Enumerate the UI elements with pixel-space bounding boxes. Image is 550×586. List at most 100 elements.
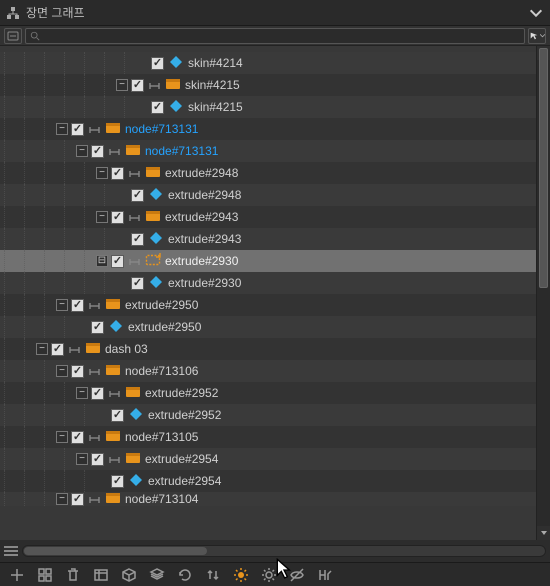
tree-row[interactable]: ⊟✓extrude#2930 <box>0 250 550 272</box>
sun-dark-button[interactable] <box>260 566 278 584</box>
visibility-checkbox[interactable]: ✓ <box>91 387 104 400</box>
tree-row[interactable]: −✓extrude#2948 <box>0 162 550 184</box>
tree-row[interactable]: −✓ node#713131 <box>0 140 550 162</box>
search-input[interactable] <box>25 28 525 44</box>
refresh-button[interactable] <box>176 566 194 584</box>
search-field[interactable] <box>43 30 520 42</box>
panel-menu-chevron-icon[interactable] <box>528 5 544 21</box>
tree-row[interactable]: −✓skin#4215 <box>0 96 550 118</box>
node-icon <box>105 120 125 139</box>
expand-toggle[interactable]: − <box>116 79 128 91</box>
visibility-checkbox[interactable]: ✓ <box>131 277 144 290</box>
visibility-checkbox[interactable]: ✓ <box>111 211 124 224</box>
tree-item-label: node#713106 <box>125 364 198 378</box>
hierarchy-cap-icon <box>108 146 121 156</box>
node-icon <box>165 76 185 95</box>
filter-mode-button[interactable] <box>4 28 22 44</box>
node-icon <box>105 428 125 447</box>
tree-row[interactable]: −✓extrude#2952 <box>0 382 550 404</box>
tree-item-label: extrude#2950 <box>128 320 201 334</box>
selection-filter-button[interactable] <box>528 28 546 44</box>
skin-icon <box>148 230 168 249</box>
tree-row[interactable]: −✓node#713105 <box>0 426 550 448</box>
tree-item-label: node#713131 <box>145 144 218 158</box>
hierarchy-cap-icon <box>128 256 141 266</box>
scroll-down-button[interactable] <box>537 526 550 540</box>
grid4-button[interactable] <box>36 566 54 584</box>
visibility-checkbox[interactable]: ✓ <box>131 79 144 92</box>
expand-toggle[interactable]: − <box>96 167 108 179</box>
tree-item-label: extrude#2952 <box>148 408 221 422</box>
node-icon <box>105 362 125 381</box>
visibility-checkbox[interactable]: ✓ <box>111 475 124 488</box>
tree-item-label: extrude#2948 <box>168 188 241 202</box>
tree-row[interactable]: −✓node#713104 <box>0 492 550 506</box>
visibility-checkbox[interactable]: ✓ <box>71 365 84 378</box>
vertical-scroll-thumb[interactable] <box>539 48 548 288</box>
visibility-checkbox[interactable]: ✓ <box>91 453 104 466</box>
updown-button[interactable] <box>204 566 222 584</box>
tree-row[interactable]: −✓extrude#2950 <box>0 316 550 338</box>
eye-off-button[interactable] <box>288 566 306 584</box>
tree-row[interactable]: −✓extrude#2954 <box>0 448 550 470</box>
hierarchy-cap-icon <box>88 124 101 134</box>
expand-toggle[interactable]: − <box>36 343 48 355</box>
visibility-checkbox[interactable]: ✓ <box>91 145 104 158</box>
visibility-checkbox[interactable]: ✓ <box>111 409 124 422</box>
expand-toggle[interactable]: ⊟ <box>96 255 108 267</box>
tree-item-label: extrude#2954 <box>148 474 221 488</box>
visibility-checkbox[interactable]: ✓ <box>71 123 84 136</box>
expand-toggle[interactable]: − <box>76 387 88 399</box>
node-icon <box>85 340 105 359</box>
visibility-checkbox[interactable]: ✓ <box>71 493 84 506</box>
tree-view[interactable]: −✓skin#4214−✓skin#4215−✓skin#4215−✓node#… <box>0 46 550 540</box>
trash-button[interactable] <box>64 566 82 584</box>
tree-options-icon[interactable] <box>4 546 18 556</box>
expand-toggle[interactable]: − <box>76 145 88 157</box>
visibility-checkbox[interactable]: ✓ <box>131 189 144 202</box>
node-icon <box>145 208 165 227</box>
vertical-scrollbar[interactable] <box>536 46 550 540</box>
hk-button[interactable] <box>316 566 334 584</box>
viewport-button[interactable] <box>92 566 110 584</box>
visibility-checkbox[interactable]: ✓ <box>111 167 124 180</box>
skin-icon <box>128 406 148 425</box>
visibility-checkbox[interactable]: ✓ <box>91 321 104 334</box>
visibility-checkbox[interactable]: ✓ <box>151 57 164 70</box>
horizontal-scrollbar[interactable] <box>22 545 546 557</box>
expand-toggle[interactable]: − <box>56 431 68 443</box>
expand-toggle[interactable]: − <box>56 493 68 505</box>
visibility-checkbox[interactable]: ✓ <box>71 431 84 444</box>
tree-row[interactable]: −✓skin#4215 <box>0 74 550 96</box>
visibility-checkbox[interactable]: ✓ <box>51 343 64 356</box>
hierarchy-cap-icon <box>108 454 121 464</box>
expand-toggle[interactable]: − <box>56 299 68 311</box>
panel-header: 장면 그래프 <box>0 0 550 26</box>
visibility-checkbox[interactable]: ✓ <box>71 299 84 312</box>
tree-row[interactable]: −✓extrude#2943 <box>0 206 550 228</box>
expand-toggle[interactable]: − <box>56 365 68 377</box>
visibility-checkbox[interactable]: ✓ <box>151 101 164 114</box>
expand-toggle[interactable]: − <box>96 211 108 223</box>
cube-button[interactable] <box>120 566 138 584</box>
hierarchy-cap-icon <box>68 344 81 354</box>
tree-row[interactable]: −✓extrude#2948 <box>0 184 550 206</box>
tree-row[interactable]: −✓extrude#2950 <box>0 294 550 316</box>
search-icon <box>30 31 40 41</box>
expand-toggle[interactable]: − <box>56 123 68 135</box>
tree-row[interactable]: −✓extrude#2930 <box>0 272 550 294</box>
tree-row[interactable]: −✓dash 03 <box>0 338 550 360</box>
visibility-checkbox[interactable]: ✓ <box>111 255 124 268</box>
tree-row[interactable]: −✓skin#4214 <box>0 52 550 74</box>
tree-row[interactable]: −✓extrude#2943 <box>0 228 550 250</box>
add-button[interactable] <box>8 566 26 584</box>
tree-row[interactable]: −✓node#713131 <box>0 118 550 140</box>
stack-button[interactable] <box>148 566 166 584</box>
tree-row[interactable]: −✓ node#713106 <box>0 360 550 382</box>
expand-toggle[interactable]: − <box>76 453 88 465</box>
horizontal-scroll-thumb[interactable] <box>24 547 207 555</box>
tree-row[interactable]: −✓extrude#2952 <box>0 404 550 426</box>
sun-full-button[interactable] <box>232 566 250 584</box>
tree-row[interactable]: −✓extrude#2954 <box>0 470 550 492</box>
visibility-checkbox[interactable]: ✓ <box>131 233 144 246</box>
